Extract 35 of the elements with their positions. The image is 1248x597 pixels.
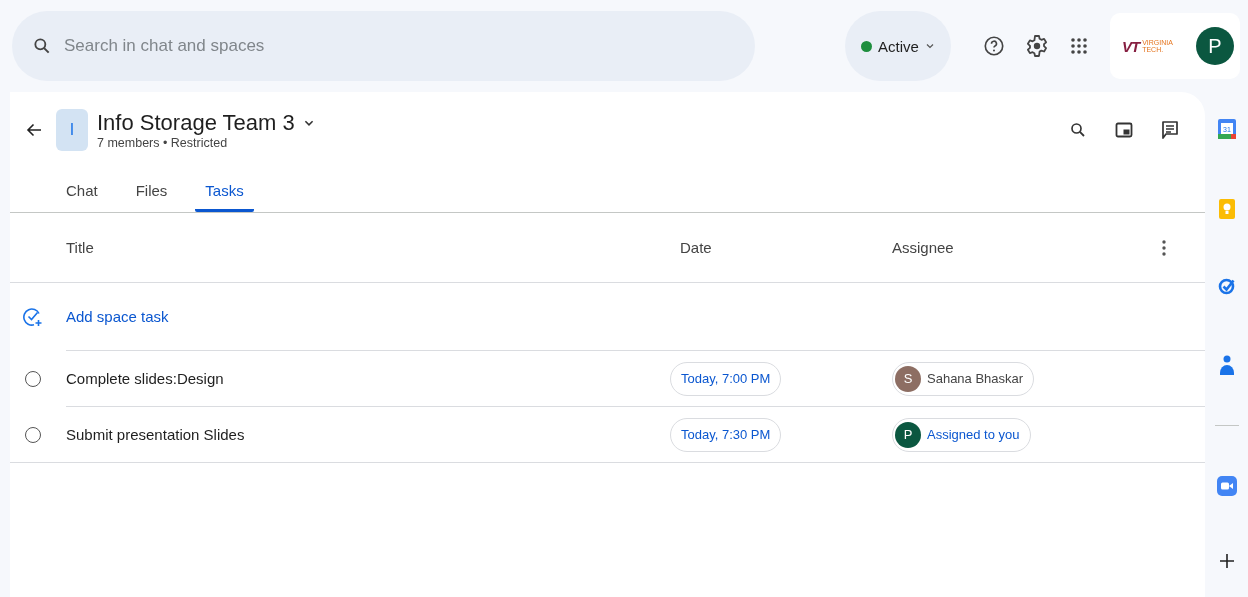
account-avatar[interactable]: P	[1196, 27, 1234, 65]
settings-icon[interactable]	[1025, 34, 1049, 58]
check-circle-icon[interactable]	[1217, 277, 1236, 295]
tab[interactable]: Files	[125, 182, 178, 212]
assignee-chip[interactable]: P Assigned to you	[892, 417, 1031, 452]
person-icon[interactable]	[1219, 355, 1234, 375]
space-avatar: I	[56, 109, 88, 151]
thread-list-icon[interactable]	[1161, 120, 1179, 140]
more-options-icon[interactable]	[1162, 239, 1166, 256]
picture-in-picture-icon[interactable]	[1115, 121, 1133, 139]
search-icon[interactable]	[1069, 121, 1087, 139]
video-call-icon[interactable]	[1216, 476, 1237, 496]
column-header: Title	[66, 239, 95, 256]
tab[interactable]: Tasks	[195, 182, 254, 212]
status-button[interactable]: Active	[845, 11, 951, 81]
date-chip[interactable]: Today, 7:00 PM	[670, 361, 782, 396]
column-header: Assignee	[892, 239, 955, 256]
add-task-icon[interactable]	[23, 307, 43, 327]
caret-icon	[924, 41, 935, 51]
space-subtitle: 7 members • Restricted	[97, 136, 229, 150]
assignee-chip[interactable]: S Sahana Bhaskar	[892, 361, 1035, 396]
task-title[interactable]: Submit presentation Slides	[66, 426, 670, 443]
tab[interactable]: Chat	[56, 182, 108, 212]
space-title[interactable]: Info Storage Team 3	[97, 110, 295, 136]
assignee-avatar: S	[895, 365, 921, 392]
help-icon[interactable]	[983, 35, 1005, 57]
assignee-avatar: P	[895, 421, 921, 448]
apps-grid-icon[interactable]	[1069, 36, 1089, 56]
back-arrow-icon[interactable]	[26, 122, 42, 138]
task-title[interactable]: Complete slides:Design	[66, 370, 670, 387]
column-header: Date	[679, 239, 713, 256]
date-chip[interactable]: Today, 7:30 PM	[670, 417, 782, 452]
search-field[interactable]: Search in chat and spaces	[12, 11, 755, 81]
add-task-link[interactable]: Add space task	[66, 308, 169, 325]
add-icon[interactable]	[1218, 553, 1235, 569]
